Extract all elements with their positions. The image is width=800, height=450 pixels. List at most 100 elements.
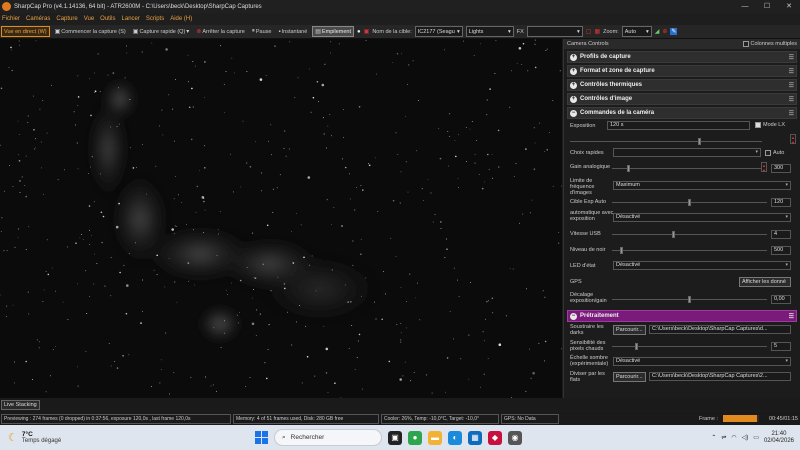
windows-start-icon[interactable] xyxy=(255,431,268,444)
snapshot-button[interactable]: ▪ Instantané xyxy=(276,26,309,37)
usb-speed-input[interactable]: 4 xyxy=(771,230,791,239)
section-capture-profiles[interactable]: + Profils de capture ☰ xyxy=(567,51,797,63)
tools-icon[interactable]: ✎ xyxy=(670,28,678,35)
auto-exp-target-input[interactable]: 120 xyxy=(771,198,791,207)
black-level-input[interactable]: 500 xyxy=(771,246,791,255)
menu-view[interactable]: Vue xyxy=(84,16,94,22)
exp-offset-slider[interactable] xyxy=(612,296,767,303)
menu-icon[interactable]: ☰ xyxy=(789,96,794,103)
file-explorer-icon[interactable]: ▬ xyxy=(428,430,442,445)
star xyxy=(219,211,221,213)
menu-icon[interactable]: ☰ xyxy=(789,82,794,89)
dark-scale-select[interactable]: Désactivé ▾ xyxy=(613,357,791,366)
quick-capture-button[interactable]: ▣ Capture rapide (Q) ▾ xyxy=(131,26,192,37)
slider-knob[interactable] xyxy=(619,247,623,254)
menu-tools[interactable]: Outils xyxy=(100,16,115,22)
lx-mode-checkbox[interactable] xyxy=(755,122,761,128)
menu-capture[interactable]: Capture xyxy=(56,16,77,22)
reticle-icon[interactable]: ⊕ xyxy=(662,28,667,35)
slider-knob[interactable] xyxy=(698,138,701,145)
exposure-spinner[interactable]: ▲ ▼ xyxy=(790,134,796,145)
menu-cameras[interactable]: Caméras xyxy=(26,16,50,22)
darks-path-select[interactable]: C:\Users\beck\Desktop\SharpCap Captures\… xyxy=(649,325,791,334)
slider-knob[interactable] xyxy=(626,165,630,172)
section-camera-controls[interactable]: − Commandes de la caméra ☰ xyxy=(567,107,797,119)
frame-type-select[interactable]: Lights ▾ xyxy=(465,26,514,37)
close-button[interactable]: ✕ xyxy=(778,0,800,13)
menu-icon[interactable]: ☰ xyxy=(789,110,794,117)
grid-icon[interactable]: ▦ xyxy=(594,28,600,35)
auto-exp-target-slider[interactable] xyxy=(612,199,767,206)
stop-capture-button[interactable]: ⊗ Arrêter la capture xyxy=(194,26,247,37)
section-preprocessing[interactable]: − Prétraitement ☰ xyxy=(567,310,797,322)
frame-rate-limit-select[interactable]: Maximum ▾ xyxy=(613,181,791,190)
usb-speed-slider[interactable] xyxy=(612,231,767,238)
menu-icon[interactable]: ☰ xyxy=(789,68,794,75)
minimize-button[interactable]: — xyxy=(734,0,756,13)
slider-knob[interactable] xyxy=(634,343,638,350)
maximize-button[interactable]: ☐ xyxy=(756,0,778,13)
store-icon[interactable]: ▦ xyxy=(468,430,482,445)
black-level-slider[interactable] xyxy=(612,247,767,254)
led-select[interactable]: Désactivé ▾ xyxy=(613,261,791,270)
wifi-icon[interactable]: ◠ xyxy=(731,434,736,441)
section-format[interactable]: + Format et zone de capture ☰ xyxy=(567,65,797,77)
image-viewport[interactable] xyxy=(0,39,562,398)
battery-icon[interactable]: ▭ xyxy=(753,434,759,441)
multi-columns-checkbox[interactable] xyxy=(742,41,749,47)
menu-launch[interactable]: Lancer xyxy=(122,16,140,22)
hot-pixels-input[interactable]: 5 xyxy=(771,342,791,351)
usb-icon[interactable]: ⇌ xyxy=(721,434,726,441)
gain-input[interactable]: 300 xyxy=(771,164,791,173)
slider-knob[interactable] xyxy=(672,231,676,238)
taskbar-search[interactable]: ⌕ Rechercher xyxy=(274,429,382,446)
section-image-controls[interactable]: + Contrôles d'image ☰ xyxy=(567,93,797,105)
star xyxy=(331,269,333,271)
live-view-button[interactable]: Vue en direct (W) xyxy=(1,26,50,37)
histogram-icon[interactable]: ◢ xyxy=(655,28,660,35)
menu-icon[interactable]: ☰ xyxy=(789,54,794,61)
pause-button[interactable]: ⏸ Pause xyxy=(250,26,274,37)
exp-offset-input[interactable]: 0,00 xyxy=(771,295,791,304)
menu-icon[interactable]: ☰ xyxy=(789,313,794,320)
flats-path-select[interactable]: C:\Users\beck\Desktop\SharpCap Captures\… xyxy=(649,372,791,381)
menu-help[interactable]: Aide (H) xyxy=(170,16,192,22)
tab-live-stacking[interactable]: Live Stacking xyxy=(1,400,40,410)
star xyxy=(230,153,231,155)
menu-file[interactable]: Fichier xyxy=(2,16,20,22)
section-thermal[interactable]: + Contrôles thermiques ☰ xyxy=(567,79,797,91)
flats-browse-button[interactable]: Parcourir... xyxy=(613,372,646,382)
gain-slider[interactable] xyxy=(612,165,762,172)
taskbar-clock[interactable]: 21:40 02/04/2026 xyxy=(764,431,794,445)
quick-choices-select[interactable]: ▾ xyxy=(613,148,761,157)
slider-knob[interactable] xyxy=(687,296,691,303)
star xyxy=(25,195,28,198)
tray-chevron-icon[interactable]: ⌃ xyxy=(711,434,716,441)
gain-spinner[interactable]: ▲ ▼ xyxy=(761,162,767,173)
edge-browser-icon[interactable]: ◐ xyxy=(448,430,462,445)
app-green-icon[interactable]: ● xyxy=(408,430,422,445)
volume-icon[interactable]: ◁) xyxy=(742,434,749,441)
auto-with-exposure-select[interactable]: Désactivé ▾ xyxy=(613,213,791,222)
star xyxy=(267,349,269,350)
zoom-select[interactable]: Auto ▾ xyxy=(621,26,652,37)
darks-browse-button[interactable]: Parcourir... xyxy=(613,325,646,335)
slider-knob[interactable] xyxy=(687,199,691,206)
target-name-select[interactable]: IC2177 (Seagu ▾ xyxy=(414,26,463,37)
menu-scripts[interactable]: Scripts xyxy=(146,16,164,22)
weather-widget[interactable]: ☾ 7°C Temps dégagé xyxy=(8,431,61,444)
record-icon[interactable]: ● xyxy=(357,29,361,35)
sharpcap-taskbar-icon[interactable]: ◉ xyxy=(508,430,522,445)
exposure-slider[interactable] xyxy=(570,138,762,145)
show-gps-button[interactable]: Afficher les donné xyxy=(739,277,791,287)
multi-columns-toggle[interactable]: Colonnes multiples xyxy=(742,41,797,47)
start-capture-button[interactable]: ▣ Commencer la capture (S) xyxy=(53,26,128,37)
auto-checkbox[interactable] xyxy=(765,150,771,156)
task-view-icon[interactable]: ▣ xyxy=(388,430,402,445)
fx-select[interactable]: ▾ xyxy=(526,26,583,37)
hot-pixels-slider[interactable] xyxy=(612,343,767,350)
app-red-icon[interactable]: ◆ xyxy=(488,430,502,445)
stacking-button[interactable]: ▤ Empilement xyxy=(312,26,355,37)
exposure-input[interactable]: 120 s xyxy=(607,121,750,130)
roi-icon[interactable]: ▢ xyxy=(586,28,592,35)
